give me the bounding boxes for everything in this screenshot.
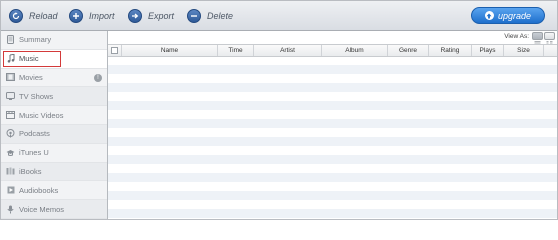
arrow-right-icon [128,9,142,23]
film-icon [6,73,15,82]
books-icon [6,167,15,176]
import-label: Import [89,11,115,21]
sidebar-item-music-videos[interactable]: Music Videos [1,106,107,125]
sidebar-item-label: TV Shows [19,91,54,101]
tv-icon [6,92,15,101]
sidebar-item-music[interactable]: Music [1,49,107,69]
delete-button[interactable]: Delete [187,7,233,25]
column-header-artist[interactable]: Artist [254,45,322,56]
table-row [108,209,557,218]
microphone-icon [6,205,15,214]
sidebar-item-summary[interactable]: Summary [1,31,107,50]
alert-badge-icon: ! [94,73,102,82]
sidebar-item-label: Voice Memos [19,204,65,214]
table-row [108,155,557,164]
table-row [108,164,557,173]
table-row [108,56,557,65]
graduation-cap-icon [6,148,15,157]
table-row [108,191,557,200]
table-row [108,101,557,110]
sidebar-item-label: Audiobooks [19,185,59,195]
table-row [108,65,557,74]
table-row [108,200,557,209]
upgrade-button[interactable]: upgrade [471,7,545,24]
column-header-name[interactable]: Name [122,45,218,56]
audiobook-icon [6,186,15,195]
sidebar-item-itunes-u[interactable]: iTunes U [1,144,107,163]
column-header-size[interactable]: Size [504,45,544,56]
sidebar-item-label: Podcasts [19,129,50,139]
table-row [108,173,557,182]
column-header-genre[interactable]: Genre [388,45,429,56]
table-row [108,92,557,101]
grid-view-button[interactable] [544,32,555,45]
reload-icon [9,9,23,23]
podcast-icon [6,129,15,138]
column-header-album[interactable]: Album [322,45,388,56]
column-header-rating[interactable]: Rating [429,45,472,56]
sidebar-item-audiobooks[interactable]: Audiobooks [1,181,107,201]
main-content: View As: Name Time Artist Album Genre Ra… [108,31,557,219]
view-bar: View As: [108,31,557,45]
sidebar-item-ibooks[interactable]: iBooks [1,162,107,182]
column-header-plays[interactable]: Plays [472,45,504,56]
upgrade-label: upgrade [497,10,532,21]
sidebar-item-voice-memos[interactable]: Voice Memos [1,200,107,219]
sidebar-item-label: Music Videos [19,110,64,120]
select-all-cell [108,45,122,56]
sidebar-item-label: Movies [19,72,43,82]
sidebar-item-movies[interactable]: Movies ! [1,69,107,88]
column-header-time[interactable]: Time [218,45,254,56]
table-row [108,110,557,119]
sidebar-item-label: iTunes U [19,148,49,158]
column-header-filler [544,45,557,56]
sidebar-item-label: Summary [19,35,52,45]
music-video-icon [6,111,15,120]
sidebar: Summary Music Movies ! TV Shows Music Vi… [1,31,108,219]
table-row [108,137,557,146]
sidebar-item-tv-shows[interactable]: TV Shows [1,87,107,107]
upgrade-arrow-icon [484,11,494,20]
select-all-checkbox[interactable] [111,47,118,54]
phone-icon [6,35,15,45]
sidebar-item-podcasts[interactable]: Podcasts [1,124,107,144]
plus-icon [69,9,83,23]
track-list [108,56,557,218]
table-row [108,74,557,83]
list-view-button[interactable] [532,32,543,45]
table-row [108,83,557,92]
reload-button[interactable]: Reload [9,7,58,25]
toolbar: Reload Import Export Delete upgrade [1,1,557,31]
minus-icon [187,9,201,23]
table-row [108,119,557,128]
table-row [108,182,557,191]
sidebar-item-label: Music [19,54,39,64]
export-label: Export [148,11,175,21]
export-button[interactable]: Export [128,7,174,25]
sidebar-item-label: iBooks [19,166,42,176]
music-note-icon [6,54,15,63]
import-button[interactable]: Import [69,7,115,25]
app-window: Reload Import Export Delete upgrade Summ… [0,0,558,220]
table-row [108,128,557,137]
reload-label: Reload [29,11,58,21]
table-row [108,146,557,155]
view-as-label: View As: [504,33,529,40]
delete-label: Delete [207,11,234,21]
